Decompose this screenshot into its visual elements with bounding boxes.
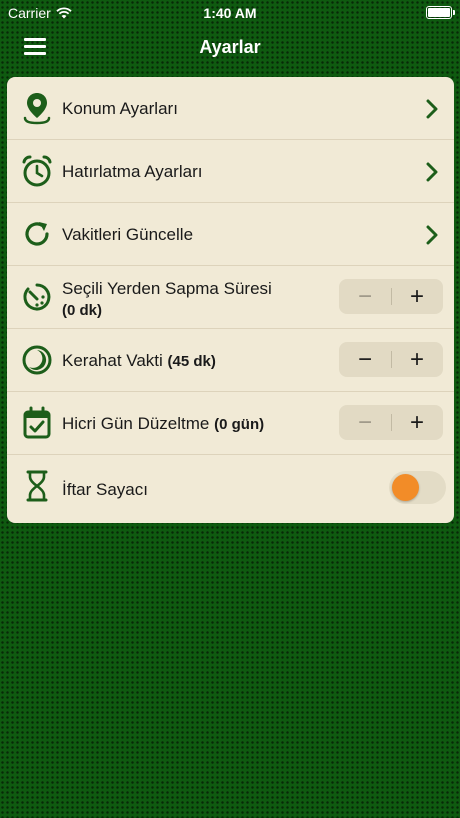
settings-row-hijri: Hicri Gün Düzeltme (0 gün) − + <box>7 392 454 455</box>
settings-row-label: Seçili Yerden Sapma Süresi (0 dk) <box>62 278 272 321</box>
nav-bar: Ayarlar <box>0 26 460 70</box>
crescent-moon-icon <box>21 343 53 377</box>
settings-row-offset: Seçili Yerden Sapma Süresi (0 dk) − + <box>7 266 454 329</box>
chevron-right-icon <box>426 99 438 119</box>
calendar-check-icon <box>21 406 53 440</box>
chevron-right-icon <box>426 225 438 245</box>
battery-icon <box>426 6 455 19</box>
page-title: Ayarlar <box>199 37 261 57</box>
settings-row-value: (0 gün) <box>214 416 265 433</box>
iftar-counter-toggle[interactable] <box>389 471 446 504</box>
settings-row-value: (45 dk) <box>167 353 216 370</box>
settings-row-kerahat: Kerahat Vakti (45 dk) − + <box>7 329 454 392</box>
offset-stepper[interactable]: − + <box>339 279 443 314</box>
status-bar: Carrier 1:40 AM <box>0 0 460 26</box>
timer-icon <box>21 280 53 314</box>
settings-row-label: İftar Sayacı <box>62 480 148 499</box>
settings-row-title: Kerahat Vakti <box>62 351 163 370</box>
hourglass-icon <box>21 469 53 503</box>
settings-row-label: Konum Ayarları <box>62 99 178 118</box>
settings-row-title: Hicri Gün Düzeltme <box>62 414 210 433</box>
settings-row-label: Vakitleri Güncelle <box>62 225 194 244</box>
settings-row-value: (0 dk) <box>62 302 103 319</box>
stepper-increment-button[interactable]: + <box>391 342 443 377</box>
stepper-decrement-button[interactable]: − <box>339 405 391 440</box>
stepper-decrement-button[interactable]: − <box>339 342 391 377</box>
status-time: 1:40 AM <box>203 5 257 21</box>
stepper-increment-button[interactable]: + <box>391 405 443 440</box>
settings-row-location[interactable]: Konum Ayarları <box>7 77 454 140</box>
stepper-decrement-button[interactable]: − <box>339 279 391 314</box>
location-pin-icon <box>21 91 53 125</box>
hijri-stepper[interactable]: − + <box>339 405 443 440</box>
settings-row-title: Seçili Yerden Sapma Süresi <box>62 279 272 298</box>
refresh-icon <box>21 217 53 251</box>
settings-card: Konum Ayarları Hatırlatma Ayarları Vakit… <box>7 77 454 523</box>
chevron-right-icon <box>426 162 438 182</box>
settings-row-label: Hicri Gün Düzeltme (0 gün) <box>62 414 264 434</box>
settings-row-refresh[interactable]: Vakitleri Güncelle <box>7 203 454 266</box>
stepper-increment-button[interactable]: + <box>391 279 443 314</box>
toggle-knob <box>392 474 419 501</box>
alarm-clock-icon <box>21 154 53 188</box>
settings-row-reminder[interactable]: Hatırlatma Ayarları <box>7 140 454 203</box>
kerahat-stepper[interactable]: − + <box>339 342 443 377</box>
settings-row-label: Hatırlatma Ayarları <box>62 162 203 181</box>
settings-row-iftar: İftar Sayacı <box>7 455 454 523</box>
settings-row-label: Kerahat Vakti (45 dk) <box>62 351 216 371</box>
